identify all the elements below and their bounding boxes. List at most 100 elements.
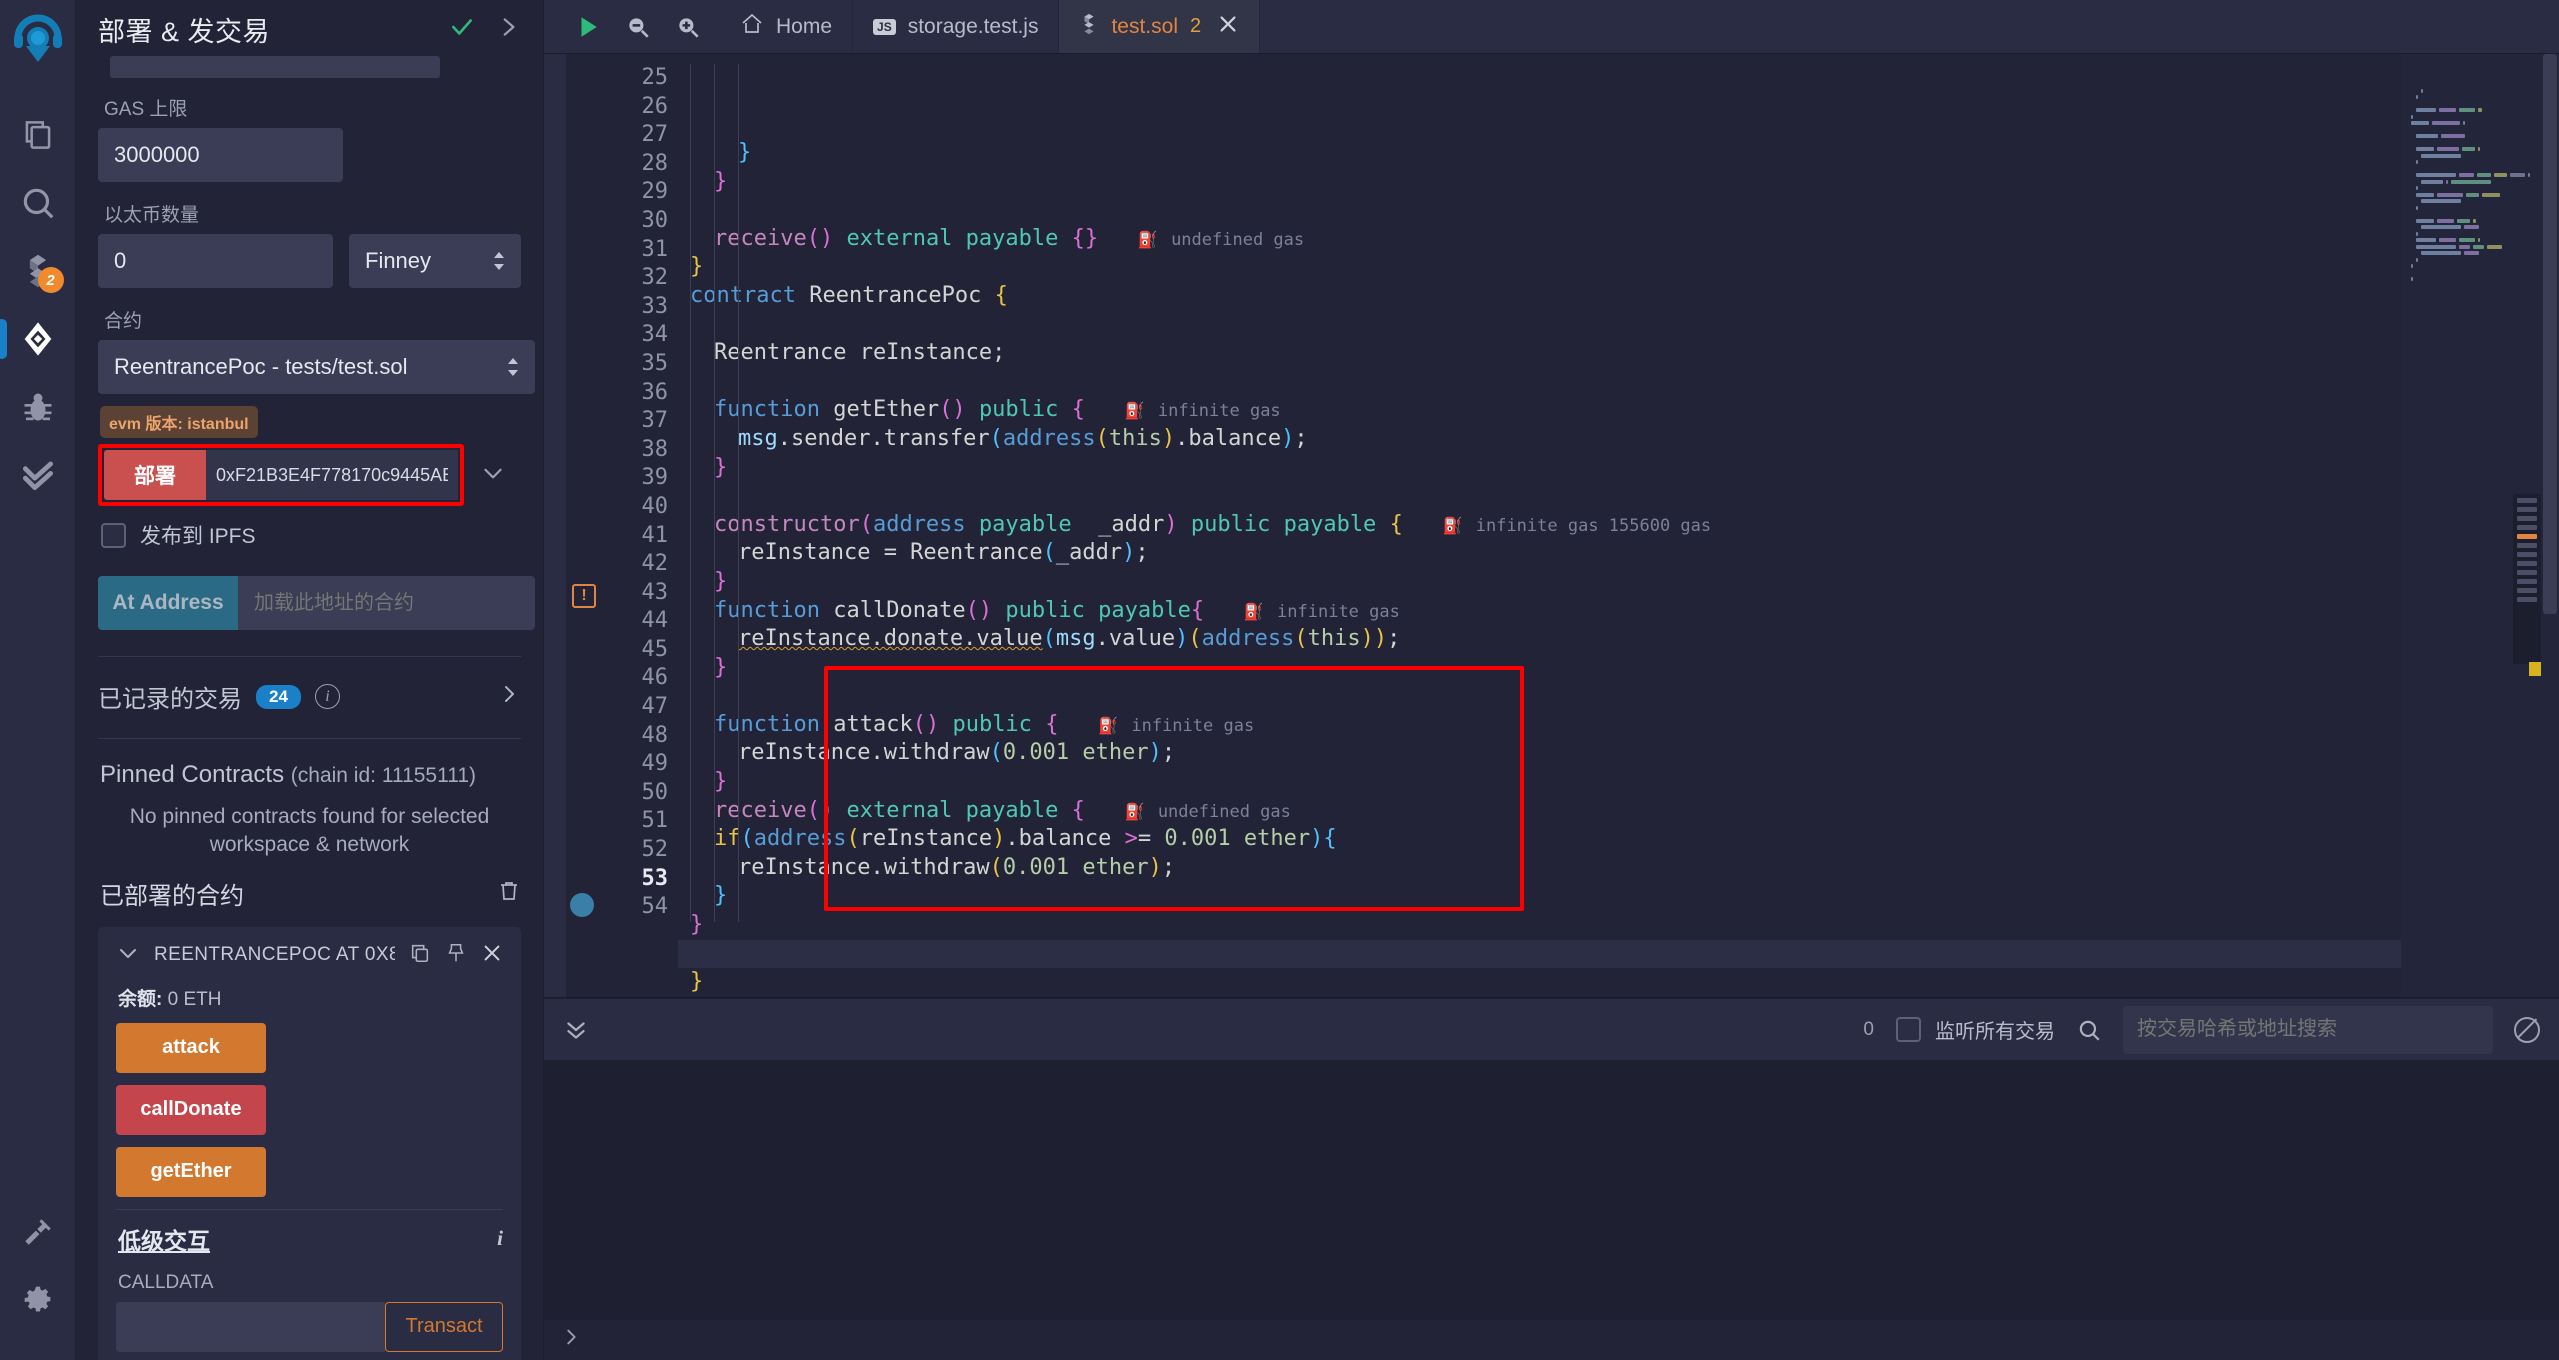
- chevron-down-icon[interactable]: [480, 460, 506, 491]
- value-group: 以太币数量 Finney: [98, 200, 521, 288]
- code-line: reInstance = Reentrance(_addr);: [738, 540, 1149, 566]
- code-line: if(address(reInstance).balance >= 0.001 …: [714, 826, 1337, 852]
- at-address-button[interactable]: At Address: [98, 576, 238, 630]
- zoom-out-icon[interactable]: [616, 5, 660, 49]
- main-area: Home JS storage.test.js test.sol 2 ! 25 …: [544, 0, 2559, 1360]
- instance-title: REENTRANCEPOC AT 0X88C...6EC: [154, 944, 395, 966]
- function-button-callDonate[interactable]: callDonate: [116, 1084, 266, 1135]
- pin-icon[interactable]: [445, 942, 467, 969]
- chevron-right-icon[interactable]: [497, 682, 521, 711]
- sidebar-item-debugger[interactable]: [0, 373, 76, 441]
- remix-ide-window: 2 部署 & 发交易 GAS 上限 3000000 以太币数量 0 Finney…: [0, 0, 2559, 1360]
- terminal-count: 0: [1863, 1018, 1874, 1040]
- code-content[interactable]: }} receive() external payable {} ⛽ undefi…: [678, 54, 2401, 997]
- tab-error-count: 2: [1189, 15, 1202, 37]
- code-line: function attack() public { ⛽ infinite ga…: [714, 711, 1255, 737]
- chevron-double-down-icon[interactable]: [556, 1017, 596, 1043]
- listen-all-transactions-label: 监听所有交易: [1935, 1021, 2055, 1043]
- tab-test-sol[interactable]: test.sol 2: [1059, 0, 1261, 53]
- deployed-contracts-title: 已部署的合约: [100, 882, 244, 910]
- function-button-getEther[interactable]: getEther: [116, 1146, 266, 1197]
- code-line: msg.sender.transfer(address(this).balanc…: [738, 425, 1308, 451]
- chevron-right-icon[interactable]: [495, 14, 521, 45]
- trash-icon[interactable]: [497, 879, 521, 908]
- account-field-stub[interactable]: [110, 56, 440, 78]
- publish-ipfs-checkbox[interactable]: [101, 522, 126, 548]
- chevron-right-icon: [560, 1326, 582, 1354]
- editor-left-strip: [544, 54, 566, 997]
- zoom-in-icon[interactable]: [666, 5, 710, 49]
- minimap-row: [2411, 80, 2541, 93]
- tab-storage-test-js[interactable]: JS storage.test.js: [853, 0, 1060, 53]
- code-line: function getEther() public { ⛽ infinite …: [714, 397, 1281, 423]
- minimap-row: [2411, 203, 2541, 208]
- contract-label: 合约: [104, 311, 143, 332]
- info-circle-icon[interactable]: i: [314, 684, 340, 709]
- instance-header[interactable]: REENTRANCEPOC AT 0X88C...6EC: [116, 941, 503, 970]
- calldata-label: CALLDATA: [118, 1271, 214, 1293]
- code-line: reInstance.withdraw(0.001 ether);: [738, 740, 1176, 766]
- sidebar-item-file-explorer[interactable]: [0, 101, 76, 169]
- contract-select[interactable]: ReentrancePoc - tests/test.sol: [98, 340, 535, 394]
- deploy-constructor-arg-input[interactable]: [206, 450, 458, 500]
- minimap-slider-overlay[interactable]: [2513, 494, 2541, 664]
- chevron-down-icon[interactable]: [116, 941, 140, 970]
- deploy-button[interactable]: 部署: [104, 450, 206, 500]
- value-label: 以太币数量: [104, 205, 200, 226]
- sidebar-item-search[interactable]: [0, 169, 76, 237]
- sidebar-item-unit-testing[interactable]: [0, 441, 76, 509]
- sidebar-item-deploy-run[interactable]: [0, 305, 76, 373]
- recorded-transactions-row[interactable]: 已记录的交易 24 i: [98, 657, 521, 738]
- play-icon[interactable]: [566, 5, 610, 49]
- no-entry-icon[interactable]: [2507, 1016, 2547, 1043]
- sidebar-item-settings[interactable]: [0, 1266, 76, 1334]
- contract-selected-value: ReentrancePoc - tests/test.sol: [114, 354, 408, 379]
- terminal-prompt[interactable]: [544, 1320, 2559, 1360]
- publish-ipfs-row[interactable]: 发布到 IPFS: [101, 520, 521, 550]
- minimap-row: [2411, 145, 2541, 158]
- code-line: }: [738, 140, 752, 165]
- value-unit-select[interactable]: Finney: [349, 234, 521, 288]
- code-line: }: [714, 168, 728, 194]
- scrollbar-thumb[interactable]: [2543, 54, 2557, 614]
- code-line: }: [690, 969, 704, 995]
- minimap-row: [2411, 210, 2541, 223]
- error-marker-icon[interactable]: !: [572, 584, 596, 608]
- editor-minimap[interactable]: [2401, 54, 2541, 997]
- value-input[interactable]: [98, 234, 333, 288]
- gas-limit-input[interactable]: [98, 128, 343, 182]
- gas-limit-label: GAS 上限: [104, 99, 188, 120]
- select-arrows-icon: [491, 250, 507, 272]
- evm-version-badge: evm 版本: istanbul: [100, 406, 258, 438]
- minimap-row: [2411, 164, 2541, 177]
- check-icon[interactable]: [449, 14, 475, 45]
- editor-scrollbar[interactable]: [2541, 54, 2559, 997]
- low-level-title: 低级交互: [118, 1227, 210, 1254]
- tab-home[interactable]: Home: [720, 0, 854, 53]
- minimap-row: [2411, 268, 2541, 281]
- close-icon[interactable]: [1217, 13, 1239, 41]
- breakpoint-icon[interactable]: [570, 893, 594, 917]
- calldata-input[interactable]: [116, 1301, 385, 1352]
- copy-icon[interactable]: [409, 942, 431, 969]
- close-icon[interactable]: [481, 942, 503, 969]
- sidebar-item-solidity-compiler[interactable]: 2: [0, 237, 76, 305]
- gas-limit-group: GAS 上限: [98, 94, 521, 182]
- remix-logo-icon[interactable]: [10, 14, 66, 75]
- sidebar-item-plugin-manager[interactable]: [0, 1198, 76, 1266]
- at-address-input[interactable]: [238, 576, 535, 630]
- listen-all-transactions-checkbox[interactable]: [1896, 1017, 1921, 1042]
- pinned-contracts-empty-message: No pinned contracts found for selected w…: [129, 805, 490, 857]
- function-button-attack[interactable]: attack: [116, 1022, 266, 1073]
- code-editor[interactable]: ! 25 26 27 28 29 30 31 32 33 34 35 36 37 38 39 40 41 42 43…: [544, 54, 2559, 997]
- terminal-output[interactable]: [544, 1060, 2559, 1320]
- editor-marker-gutter: !: [566, 54, 606, 997]
- terminal-search-input[interactable]: [2123, 1005, 2493, 1054]
- minimap-row: [2411, 86, 2541, 99]
- info-icon[interactable]: i: [497, 1226, 503, 1251]
- minimap-row: [2411, 125, 2541, 138]
- transact-button[interactable]: Transact: [385, 1301, 503, 1352]
- line-number-gutter: 25 26 27 28 29 30 31 32 33 34 35 36 37 38 39 40 41 42 43 44…: [641, 65, 669, 920]
- search-icon[interactable]: [2069, 1017, 2109, 1043]
